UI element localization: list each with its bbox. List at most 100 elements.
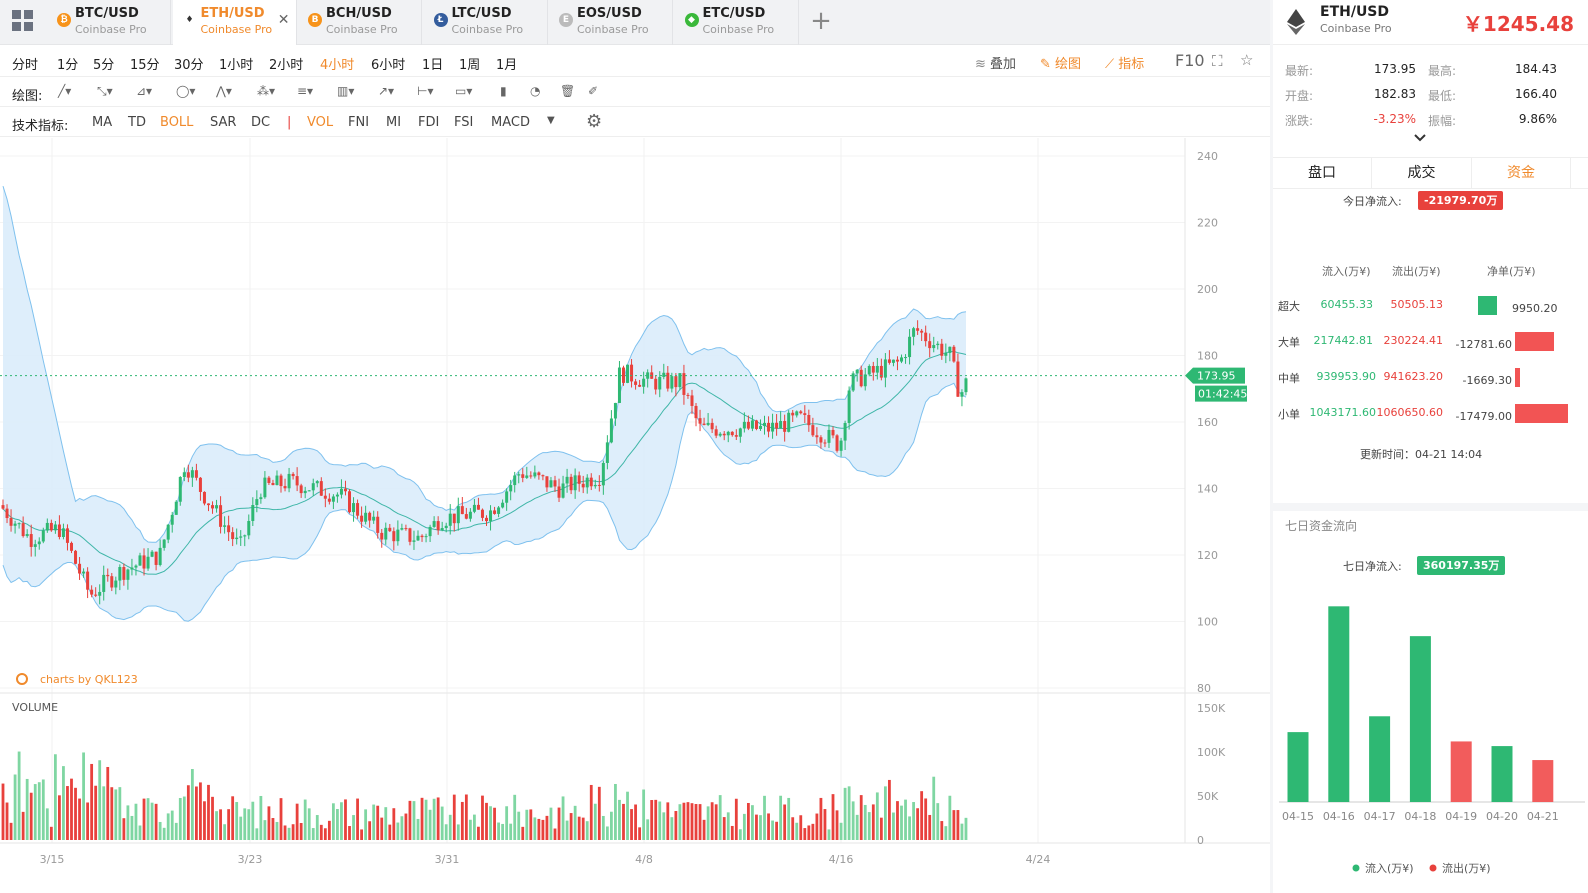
volume-bar xyxy=(497,822,500,840)
candle-body xyxy=(263,477,267,498)
candle-body xyxy=(134,565,138,568)
measure-tool-icon[interactable]: ⊢▾ xyxy=(417,84,445,100)
period-6[interactable]: 2小时 xyxy=(269,54,303,73)
volume-bar xyxy=(279,798,283,840)
period-7[interactable]: 4小时 xyxy=(320,54,354,73)
period-4[interactable]: 30分 xyxy=(174,54,204,73)
tab-symbol: BCH/USD xyxy=(326,6,392,21)
f10-button[interactable]: F10 xyxy=(1175,51,1205,70)
eraser-icon[interactable]: ✐ xyxy=(588,84,616,100)
volume-bar xyxy=(315,815,319,840)
indicator-ma[interactable]: MA xyxy=(92,115,112,130)
volume-bar xyxy=(13,774,17,840)
candle-body xyxy=(295,476,299,486)
volume-bar xyxy=(275,821,279,840)
arrow-tool-icon[interactable]: ↗▾ xyxy=(378,84,406,100)
ray-tool-icon[interactable]: ⤡▾ xyxy=(97,84,125,100)
volume-bar xyxy=(154,803,158,840)
indicator-fdi[interactable]: FDI xyxy=(418,115,439,130)
fib-tool-icon[interactable]: ≡▾ xyxy=(297,84,325,100)
candle-body xyxy=(376,516,380,533)
note-tool-icon[interactable]: ▭▾ xyxy=(455,84,483,100)
add-tab-button[interactable]: + xyxy=(802,6,840,38)
candle-body xyxy=(908,336,912,358)
pattern-tool-icon[interactable]: ⁂▾ xyxy=(257,84,285,100)
candle-body xyxy=(384,527,388,540)
period-8[interactable]: 6小时 xyxy=(371,54,405,73)
indicator-fsi[interactable]: FSI xyxy=(454,115,473,130)
symbol-tab-eos-usd[interactable]: E EOS/USD Coinbase Pro xyxy=(549,0,673,45)
price-tick: 80 xyxy=(1197,682,1211,695)
symbol-tab-btc-usd[interactable]: ₿ BTC/USD Coinbase Pro xyxy=(47,0,171,45)
indicator-vol[interactable]: VOL xyxy=(307,115,333,130)
symbol-tab-ltc-usd[interactable]: Ł LTC/USD Coinbase Pro xyxy=(424,0,548,45)
candle-body xyxy=(9,518,13,526)
seven-day-bar xyxy=(1409,636,1431,802)
star-icon[interactable]: ☆ xyxy=(1240,51,1253,69)
indicator-macd[interactable]: MACD xyxy=(491,115,530,130)
symbol-tab-etc-usd[interactable]: ◆ ETC/USD Coinbase Pro xyxy=(675,0,799,45)
volume-bar xyxy=(255,828,259,840)
channel-tool-icon[interactable]: ⊿▾ xyxy=(136,84,164,100)
gear-icon[interactable]: ⚙ xyxy=(586,111,602,132)
candle-body xyxy=(102,574,106,592)
volume-bar xyxy=(448,814,452,840)
volume-bar xyxy=(227,809,231,840)
tab-2[interactable]: 资金 xyxy=(1472,158,1571,189)
tab-1[interactable]: 成交 xyxy=(1373,158,1472,189)
line-tool-icon[interactable]: ╱▾ xyxy=(58,84,86,100)
candle-body xyxy=(863,374,867,387)
candle-body xyxy=(553,480,557,487)
volume-bar xyxy=(9,822,13,840)
period-3[interactable]: 15分 xyxy=(130,54,160,73)
volume-bar xyxy=(94,785,98,840)
gann-tool-icon[interactable]: ▥▾ xyxy=(337,84,365,100)
symbol-tab-eth-usd[interactable]: ♦ ETH/USD Coinbase Pro ✕ xyxy=(172,0,297,45)
period-0[interactable]: 分时 xyxy=(12,54,38,73)
trash-icon[interactable]: 🗑 xyxy=(560,84,588,100)
period-5[interactable]: 1小时 xyxy=(219,54,253,73)
chevron-down-icon[interactable] xyxy=(1413,133,1427,143)
period-10[interactable]: 1周 xyxy=(459,54,480,73)
tab-0[interactable]: 盘口 xyxy=(1273,158,1372,189)
indicator-sar[interactable]: SAR xyxy=(210,115,236,130)
bars-tool-icon[interactable]: ▮ xyxy=(500,84,528,100)
fullscreen-icon[interactable]: ⛶ xyxy=(1212,52,1223,70)
period-11[interactable]: 1月 xyxy=(496,54,517,73)
circle-tool-icon[interactable]: ◯▾ xyxy=(176,84,204,100)
tab-exchange: Coinbase Pro xyxy=(577,23,649,36)
candle-body xyxy=(307,490,311,492)
period-2[interactable]: 5分 xyxy=(93,54,114,73)
volume-bar xyxy=(235,802,239,840)
wave-tool-icon[interactable]: ⋀▾ xyxy=(216,84,244,100)
chevron-down-icon[interactable]: ▼ xyxy=(547,115,555,126)
volume-bar xyxy=(670,817,674,840)
draw-button[interactable]: ✎ 绘图 xyxy=(1040,53,1081,72)
indicator-button[interactable]: ⟋ 指标 xyxy=(1105,53,1144,72)
candle-body xyxy=(348,491,352,513)
volume-label: VOLUME xyxy=(12,701,58,714)
candle-body xyxy=(767,422,771,432)
candle-body xyxy=(730,431,734,436)
volume-bar xyxy=(110,787,114,840)
indicator-boll[interactable]: BOLL xyxy=(160,115,193,130)
candle-body xyxy=(932,345,936,349)
symbol-tab-bch-usd[interactable]: B BCH/USD Coinbase Pro xyxy=(298,0,422,45)
candle-body xyxy=(859,369,863,387)
indicator-dc[interactable]: DC xyxy=(251,115,270,130)
indicator-mi[interactable]: MI xyxy=(386,115,401,130)
symbol-tab-bar: ₿ BTC/USD Coinbase Pro ♦ ETH/USD Coinbase Pro… xyxy=(0,0,1270,45)
indicator-td[interactable]: TD xyxy=(128,115,146,130)
volume-bar xyxy=(920,791,924,840)
period-9[interactable]: 1日 xyxy=(422,54,443,73)
grid-menu-icon[interactable] xyxy=(12,10,34,32)
volume-bar xyxy=(722,817,726,840)
close-icon[interactable]: ✕ xyxy=(278,12,290,28)
indicator-fni[interactable]: FNI xyxy=(348,115,369,130)
chart-tool-icon[interactable]: ◔ xyxy=(530,84,558,100)
volume-bar xyxy=(746,803,750,840)
volume-bar xyxy=(908,816,911,840)
overlay-button[interactable]: ≋ 叠加 xyxy=(975,53,1016,72)
period-1[interactable]: 1分 xyxy=(57,54,78,73)
candlestick-chart[interactable]: 173.95 01:42:45 240 220 200 180 160 140 120 100 80… xyxy=(0,138,1270,878)
